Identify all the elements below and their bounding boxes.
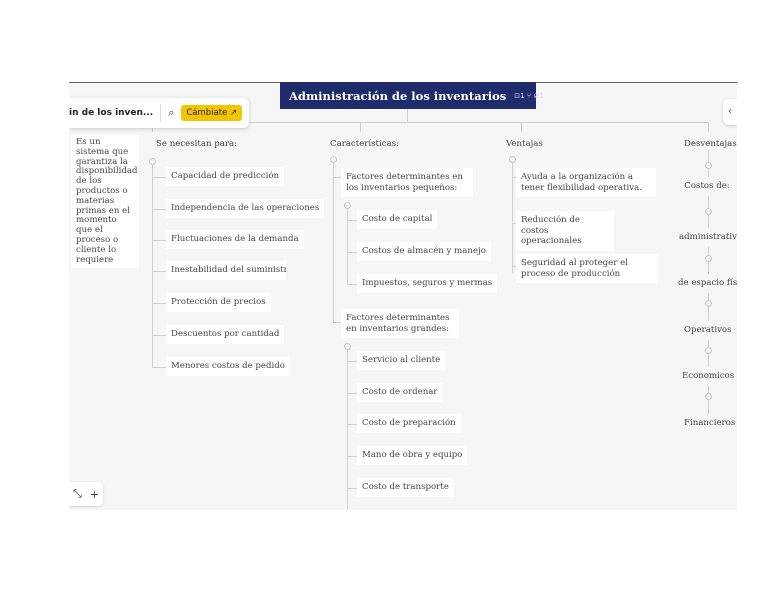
- connector: [347, 252, 357, 253]
- connector: [152, 303, 166, 304]
- expand-knob[interactable]: [705, 393, 712, 400]
- expand-knob[interactable]: [705, 300, 712, 307]
- root-meta: ⊡1 ⑂ ⊘1: [514, 91, 544, 100]
- connector: [152, 335, 166, 336]
- connector: [152, 367, 166, 368]
- breadcrumb[interactable]: in de los inven...: [69, 108, 153, 118]
- connector: [152, 165, 153, 368]
- small-inventory-node[interactable]: Factores determinantes en los inventario…: [341, 168, 473, 197]
- fit-icon[interactable]: ⤡: [73, 487, 82, 501]
- connector: [347, 488, 357, 489]
- expand-knob[interactable]: [344, 343, 351, 350]
- divider: [160, 104, 162, 122]
- expand-knob[interactable]: [149, 158, 156, 165]
- connector: [512, 163, 513, 273]
- costs-node[interactable]: Costos de:: [679, 177, 735, 196]
- large-inventory-item[interactable]: Costo de transporte: [357, 478, 454, 497]
- connector: [708, 122, 709, 132]
- disadvantage-item[interactable]: administrativos: [674, 228, 737, 247]
- expand-knob[interactable]: [705, 255, 712, 262]
- comment-count: 1: [520, 91, 525, 100]
- advantage-item[interactable]: Reducción de costos operacionales: [516, 211, 614, 251]
- needs-item[interactable]: Capacidad de predicción: [166, 167, 285, 186]
- mindmap-canvas[interactable]: Administración de los inventarios ⊡1 ⑂ ⊘…: [69, 82, 737, 510]
- search-toolbar: in de los inven... ⌕ Cámbiate ↗: [69, 98, 249, 128]
- needs-item[interactable]: Inestabilidad del suministro: [166, 261, 286, 280]
- large-inventory-node[interactable]: Factores determinantes en inventarios gr…: [341, 309, 459, 338]
- connector: [347, 424, 357, 425]
- connector: [152, 240, 166, 241]
- connector: [333, 177, 341, 178]
- connector: [347, 220, 357, 221]
- small-inventory-item[interactable]: Costos de almacén y manejo: [357, 242, 491, 261]
- needs-title[interactable]: Se necesitan para:: [156, 139, 237, 149]
- needs-item[interactable]: Independencia de las operaciones: [166, 199, 325, 218]
- expand-knob[interactable]: [705, 208, 712, 215]
- connector: [333, 322, 341, 323]
- collapse-panel-button[interactable]: ‹: [723, 99, 737, 125]
- advantages-title[interactable]: Ventajas: [506, 139, 543, 149]
- connector: [347, 350, 348, 510]
- expand-knob[interactable]: [705, 347, 712, 354]
- connector: [152, 271, 166, 272]
- expand-knob[interactable]: [330, 156, 337, 163]
- needs-item[interactable]: Descuentos por cantidad: [166, 325, 285, 344]
- connector: [521, 122, 522, 132]
- root-node[interactable]: Administración de los inventarios ⊡1 ⑂ ⊘…: [280, 82, 544, 109]
- connector: [360, 122, 361, 132]
- connector: [347, 361, 357, 362]
- large-inventory-item[interactable]: Servicio al cliente: [357, 351, 446, 370]
- characteristics-title[interactable]: Características:: [330, 139, 399, 149]
- disadvantage-item[interactable]: Operativos: [679, 321, 735, 340]
- connector: [333, 163, 334, 323]
- search-icon[interactable]: ⌕: [168, 106, 174, 120]
- connector: [347, 393, 357, 394]
- add-button[interactable]: +: [90, 488, 99, 501]
- disadvantages-title[interactable]: Desventajas: [684, 139, 737, 149]
- zoom-controls: ⤡ +: [69, 482, 103, 506]
- connector: [152, 177, 166, 178]
- connector: [347, 456, 357, 457]
- needs-item[interactable]: Protección de precios: [166, 293, 271, 312]
- task-count: 1: [539, 91, 544, 100]
- large-inventory-item[interactable]: Costo de preparación: [357, 414, 461, 433]
- connector: [347, 284, 357, 285]
- advantage-item[interactable]: Ayuda a la organización a tener flexibil…: [516, 168, 656, 197]
- needs-item[interactable]: Fluctuaciones de la demanda: [166, 230, 304, 249]
- large-inventory-item[interactable]: Costo de ordenar: [357, 383, 443, 402]
- disadvantage-item[interactable]: de espacio físico: [673, 274, 737, 293]
- large-inventory-item[interactable]: Mano de obra y equipo: [357, 446, 468, 465]
- root-title: Administración de los inventarios: [289, 88, 507, 103]
- expand-knob[interactable]: [509, 156, 516, 163]
- chevron-left-icon: ‹: [728, 106, 732, 117]
- disadvantage-item[interactable]: Financieros: [679, 414, 735, 433]
- connector: [152, 209, 166, 210]
- definition-node[interactable]: Es un sistema que garantiza la disponibi…: [71, 135, 139, 269]
- small-inventory-item[interactable]: Impuestos, seguros y mermas: [357, 274, 498, 293]
- disadvantage-item[interactable]: Economicos: [677, 367, 737, 386]
- expand-knob[interactable]: [705, 162, 712, 169]
- root-connector: [407, 109, 408, 122]
- upgrade-button[interactable]: Cámbiate ↗: [181, 105, 243, 121]
- small-inventory-item[interactable]: Costo de capital: [357, 210, 438, 229]
- advantage-item[interactable]: Seguridad al proteger el proceso de prod…: [516, 254, 658, 283]
- expand-knob[interactable]: [344, 202, 351, 209]
- needs-item[interactable]: Menores costos de pedido: [166, 357, 290, 376]
